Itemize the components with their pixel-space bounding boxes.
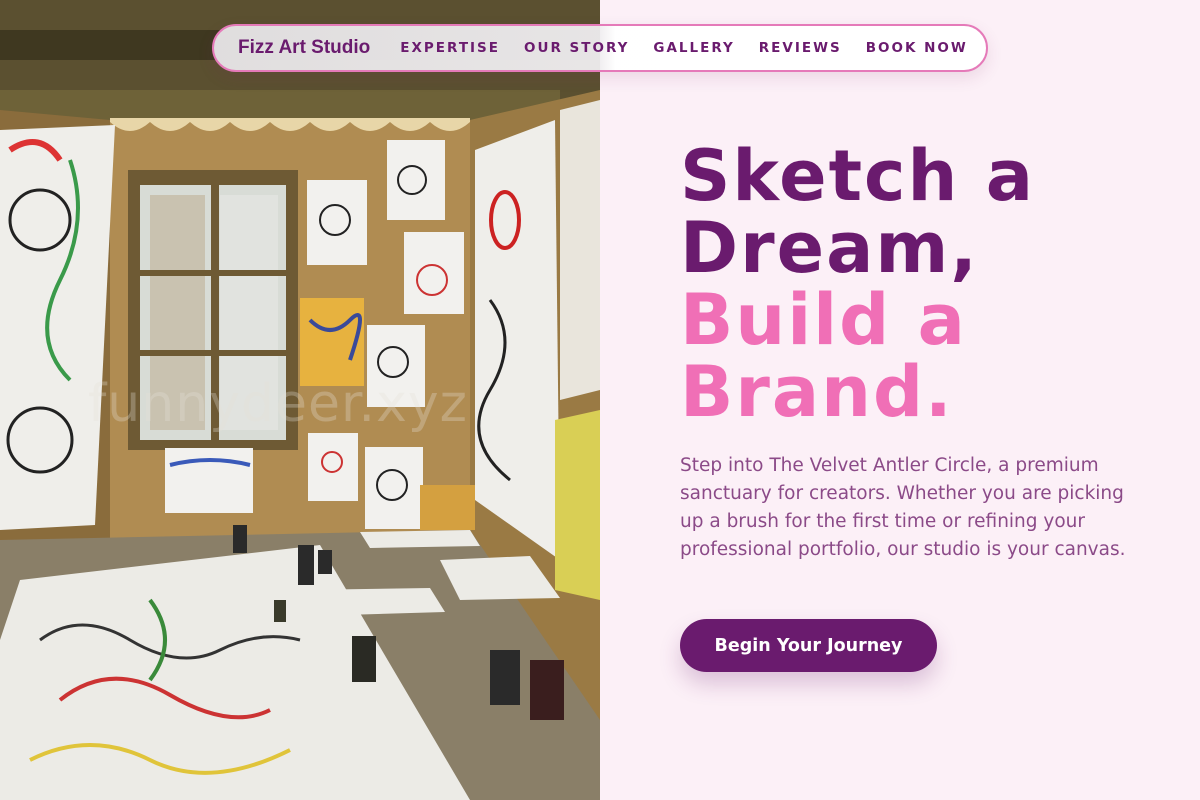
hero-title-line-4: Brand. [680,351,954,433]
nav-link-book-now[interactable]: BOOK NOW [866,40,968,56]
watermark-text: funnydeer.xyz [88,374,468,434]
hero-title-line-3: Build a [680,279,967,361]
hero-title-line-2: Dream, [680,207,979,289]
nav-link-gallery[interactable]: GALLERY [653,40,734,56]
hero-description: Step into The Velvet Antler Circle, a pr… [680,455,1126,560]
top-nav: Fizz Art Studio EXPERTISE OUR STORY GALL… [212,24,988,72]
nav-link-expertise[interactable]: EXPERTISE [400,40,500,56]
brand-logo[interactable]: Fizz Art Studio [238,37,370,59]
hero-title-line-1: Sketch a [680,135,1035,217]
nav-link-our-story[interactable]: OUR STORY [524,40,629,56]
hero-photo: funnydeer.xyz [0,0,600,800]
nav-link-reviews[interactable]: REVIEWS [759,40,842,56]
begin-journey-button[interactable]: Begin Your Journey [680,619,937,672]
hero-title: Sketch a Dream, Build a Brand. [680,140,1180,428]
